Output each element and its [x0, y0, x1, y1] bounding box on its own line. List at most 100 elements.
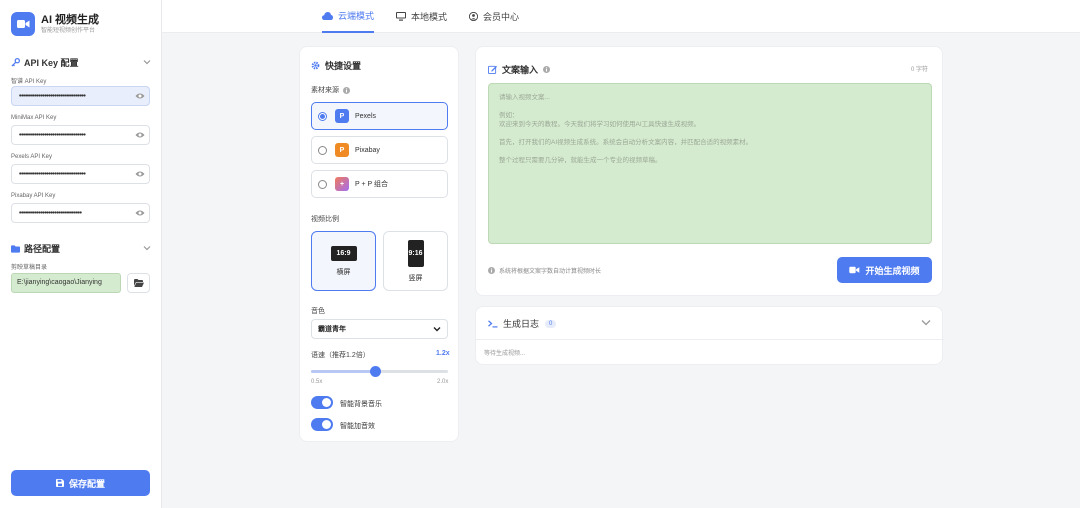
speed-value: 1.2x: [436, 350, 450, 357]
placeholder-line: 请输入视频文案...: [499, 94, 550, 101]
app-subtitle: 智能短视频创作平台: [41, 27, 96, 34]
terminal-icon: [488, 319, 498, 328]
radio-combo[interactable]: [318, 179, 327, 189]
placeholder-line: 例如： 欢迎来到今天的教程。今天我们将学习如何使用AI工具快速生成视频。: [499, 112, 701, 128]
start-generate-label: 开始生成视频: [865, 265, 920, 276]
radio-pexels[interactable]: [318, 111, 327, 121]
zhipu-key-label: 智谱 API Key: [11, 79, 47, 85]
path-section-title: 路径配置: [24, 244, 61, 254]
log-empty-text: 等待生成视频...: [484, 351, 526, 357]
source-option-pexels[interactable]: P Pexels: [311, 102, 448, 130]
path-section-header[interactable]: 路径配置: [11, 242, 151, 255]
draft-dir-label: 剪映草稿目录: [11, 265, 48, 271]
pexels-key-input[interactable]: ••••••••••••••••••••••••••••••••••: [11, 164, 150, 184]
tab-cloud-mode-label: 云端模式: [338, 11, 375, 21]
ratio-option-landscape[interactable]: 16:9 横屏: [311, 231, 376, 291]
save-config-button[interactable]: 保存配置: [11, 470, 150, 496]
brand: AI 视频生成 智能短视频创作平台: [11, 12, 99, 36]
log-divider: [476, 339, 944, 340]
tab-local-mode[interactable]: 本地模式: [396, 0, 447, 33]
log-count-badge: 0: [545, 319, 557, 328]
char-count: 0 字符: [911, 67, 929, 73]
start-generate-button[interactable]: 开始生成视频: [837, 257, 932, 283]
minimax-key-input[interactable]: ••••••••••••••••••••••••••••••••••: [11, 125, 150, 145]
quick-settings-header: 快捷设置: [311, 59, 361, 72]
source-label: 素材来源: [311, 87, 339, 94]
sfx-toggle[interactable]: [311, 418, 333, 431]
ratio-landscape-label: 横屏: [336, 268, 351, 276]
minimax-key-label: MiniMax API Key: [11, 115, 57, 121]
script-textarea[interactable]: 请输入视频文案... 例如： 欢迎来到今天的教程。今天我们将学习如何使用AI工具…: [488, 83, 932, 244]
pexels-key-label: Pexels API Key: [11, 154, 53, 160]
eye-icon[interactable]: [135, 130, 145, 140]
chevron-down-icon[interactable]: [921, 319, 931, 326]
gear-icon: [311, 61, 320, 70]
top-tab-bar: 云端模式 本地模式 会员中心: [162, 0, 1080, 33]
ratio-portrait-value: 9:16: [407, 239, 424, 267]
placeholder-line: 整个过程只需要几分钟，就能生成一个专业的视频草稿。: [499, 157, 662, 164]
save-config-label: 保存配置: [68, 478, 105, 489]
zhipu-key-value: ••••••••••••••••••••••••••••••••••: [19, 92, 86, 100]
ratio-portrait-label: 竖屏: [408, 274, 423, 282]
user-icon: [469, 12, 478, 21]
eye-icon[interactable]: [135, 169, 145, 179]
duration-hint-text: 系统将根据文案字数自动计算视频时长: [499, 269, 602, 275]
placeholder-line: 首先，打开我们的AI视频生成系统。系统会自动分析文案内容，并匹配合适的视频素材。: [499, 139, 753, 146]
monitor-icon: [396, 12, 406, 21]
edit-icon: [488, 65, 497, 74]
zhipu-key-input[interactable]: ••••••••••••••••••••••••••••••••••: [11, 86, 150, 106]
text-input-header: 文案输入: [488, 63, 551, 76]
tab-member-center-label: 会员中心: [483, 12, 520, 22]
draft-dir-input[interactable]: E:\jianying\caogao\Jianying: [11, 273, 121, 293]
combo-badge: +: [335, 177, 349, 191]
pexels-key-value: ••••••••••••••••••••••••••••••••••: [19, 170, 86, 178]
log-header[interactable]: 生成日志 0: [488, 317, 557, 330]
eye-icon[interactable]: [135, 91, 145, 101]
voice-select[interactable]: 霸道青年: [311, 319, 448, 339]
voice-label: 音色: [311, 308, 325, 315]
pixabay-key-label: Pixabay API Key: [11, 193, 56, 199]
sfx-toggle-label: 智能加音效: [340, 423, 375, 430]
pixabay-badge: P: [335, 143, 349, 157]
ratio-option-portrait[interactable]: 9:16 竖屏: [383, 231, 448, 291]
source-name-pexels: Pexels: [355, 112, 377, 120]
tab-local-mode-label: 本地模式: [411, 12, 448, 22]
tab-member-center[interactable]: 会员中心: [469, 0, 519, 33]
source-name-pixabay: Pixabay: [355, 146, 380, 154]
duration-hint: 系统将根据文案字数自动计算视频时长: [488, 266, 601, 275]
text-input-card: 文案输入 0 字符 请输入视频文案... 例如： 欢迎来到今天的教程。今天我们将…: [475, 46, 943, 296]
tab-cloud-mode[interactable]: 云端模式: [322, 0, 375, 33]
eye-icon[interactable]: [135, 208, 145, 218]
chevron-down-icon: [143, 58, 151, 67]
speed-max: 2.0x: [437, 379, 449, 385]
radio-pixabay[interactable]: [318, 145, 327, 155]
chevron-down-icon: [433, 326, 441, 332]
api-key-section-header[interactable]: API Key 配置: [11, 56, 151, 69]
folder-open-icon: [133, 279, 144, 287]
speed-slider-thumb[interactable]: [369, 366, 381, 377]
info-icon: [488, 267, 495, 274]
speed-min: 0.5x: [311, 379, 323, 385]
bgm-toggle[interactable]: [311, 396, 333, 409]
video-camera-icon: [11, 12, 35, 36]
folder-icon: [11, 244, 20, 253]
info-icon: [343, 86, 350, 94]
chevron-down-icon: [143, 244, 151, 253]
speed-slider[interactable]: [311, 366, 448, 377]
info-icon: [543, 66, 551, 73]
save-icon: [55, 479, 64, 487]
ratio-landscape-value: 16:9: [330, 245, 357, 261]
quick-settings-title: 快捷设置: [325, 61, 362, 71]
generation-log-card: 生成日志 0 等待生成视频...: [475, 306, 944, 365]
source-option-pixabay[interactable]: P Pixabay: [311, 136, 448, 164]
source-option-combo[interactable]: + P + P 组合: [311, 170, 448, 198]
app-title: AI 视频生成: [41, 13, 100, 26]
pixabay-key-value: ••••••••••••••••••••••••••••••••: [19, 209, 82, 217]
browse-folder-button[interactable]: [127, 273, 150, 293]
video-camera-icon: [849, 266, 860, 274]
speed-slider-fill: [311, 370, 375, 373]
pixabay-key-input[interactable]: ••••••••••••••••••••••••••••••••: [11, 203, 150, 223]
api-key-section-title: API Key 配置: [24, 58, 79, 68]
minimax-key-value: ••••••••••••••••••••••••••••••••••: [19, 131, 86, 139]
source-name-combo: P + P 组合: [355, 181, 389, 188]
